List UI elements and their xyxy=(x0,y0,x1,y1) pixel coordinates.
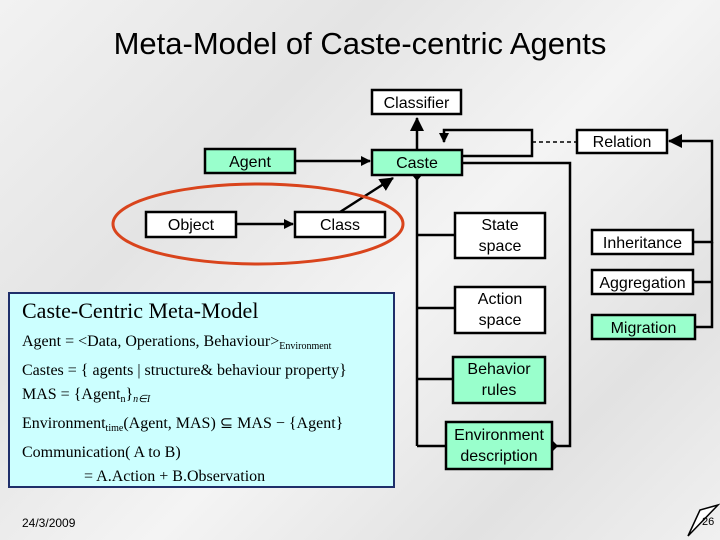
model-heading: Caste-Centric Meta-Model xyxy=(22,298,259,323)
svg-text:Action: Action xyxy=(478,291,522,308)
svg-text:space: space xyxy=(479,312,522,329)
class-to-caste-arrow xyxy=(339,176,394,214)
svg-text:Behavior: Behavior xyxy=(467,361,531,378)
svg-text:rules: rules xyxy=(482,382,517,399)
communication-formula: = A.Action + B.Observation xyxy=(84,468,266,485)
communication-definition: Communication( A to B) xyxy=(22,444,181,461)
node-class[interactable]: Class xyxy=(293,210,387,239)
castes-definition: Castes = { agents | structure& behaviour… xyxy=(22,362,347,379)
page-corner: 26 xyxy=(687,503,720,537)
svg-text:Classifier: Classifier xyxy=(384,95,450,112)
node-behavior-rules[interactable]: Behavior rules xyxy=(451,355,547,405)
agent-definition: Agent = <Data, Operations, Behaviour>Env… xyxy=(22,333,332,352)
svg-text:Inheritance: Inheritance xyxy=(603,235,682,252)
node-migration[interactable]: Migration xyxy=(590,313,697,341)
node-state-space[interactable]: State space xyxy=(453,211,547,260)
node-inheritance[interactable]: Inheritance xyxy=(590,228,695,256)
node-relation[interactable]: Relation xyxy=(575,128,669,155)
svg-text:Object: Object xyxy=(168,217,215,234)
node-environment-description[interactable]: Environment description xyxy=(444,420,554,471)
svg-text:State: State xyxy=(481,217,518,234)
svg-text:Environment: Environment xyxy=(454,427,544,444)
relation-generalization-line xyxy=(668,134,714,244)
svg-text:space: space xyxy=(479,238,522,255)
environment-definition: Environmenttime(Agent, MAS) ⊆ MAS − {Age… xyxy=(22,415,344,434)
slide-date: 24/3/2009 xyxy=(22,516,76,530)
caste-centric-model-box: Caste-Centric Meta-Model Agent = <Data, … xyxy=(8,292,395,488)
page-number: 26 xyxy=(702,516,714,528)
node-classifier[interactable]: Classifier xyxy=(370,88,463,116)
node-action-space[interactable]: Action space xyxy=(453,285,547,335)
node-object[interactable]: Object xyxy=(144,210,238,239)
svg-text:description: description xyxy=(460,448,537,465)
svg-text:Relation: Relation xyxy=(593,134,652,151)
svg-text:Class: Class xyxy=(320,217,360,234)
node-aggregation[interactable]: Aggregation xyxy=(590,268,695,296)
node-agent[interactable]: Agent xyxy=(203,147,297,175)
svg-text:Agent: Agent xyxy=(229,154,271,171)
svg-text:Migration: Migration xyxy=(611,320,677,337)
node-caste[interactable]: Caste xyxy=(370,148,464,177)
mas-definition: MAS = {Agentn}n∈I xyxy=(22,386,151,405)
svg-text:Caste: Caste xyxy=(396,155,438,172)
svg-text:Aggregation: Aggregation xyxy=(599,275,685,292)
